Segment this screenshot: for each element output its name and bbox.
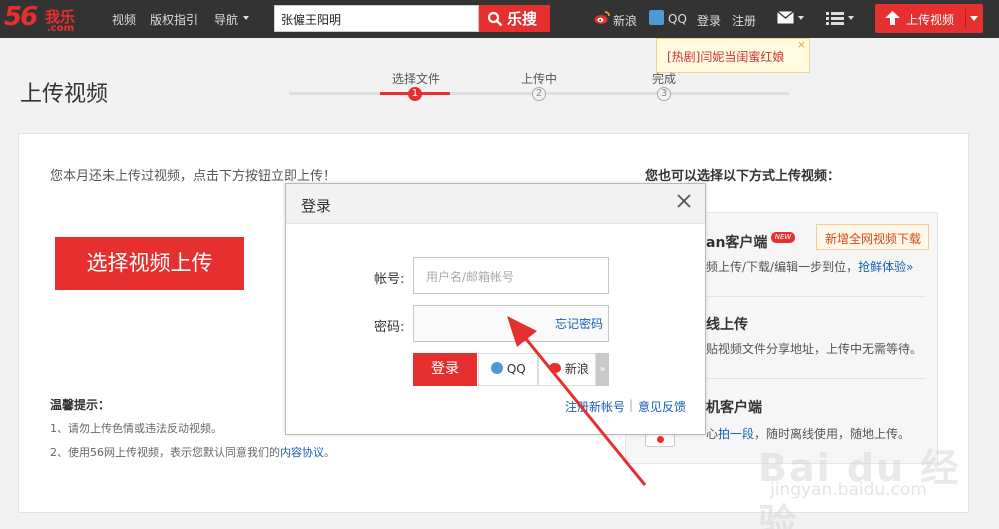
watermark-url: jingyan.baidu.com [770, 480, 927, 500]
